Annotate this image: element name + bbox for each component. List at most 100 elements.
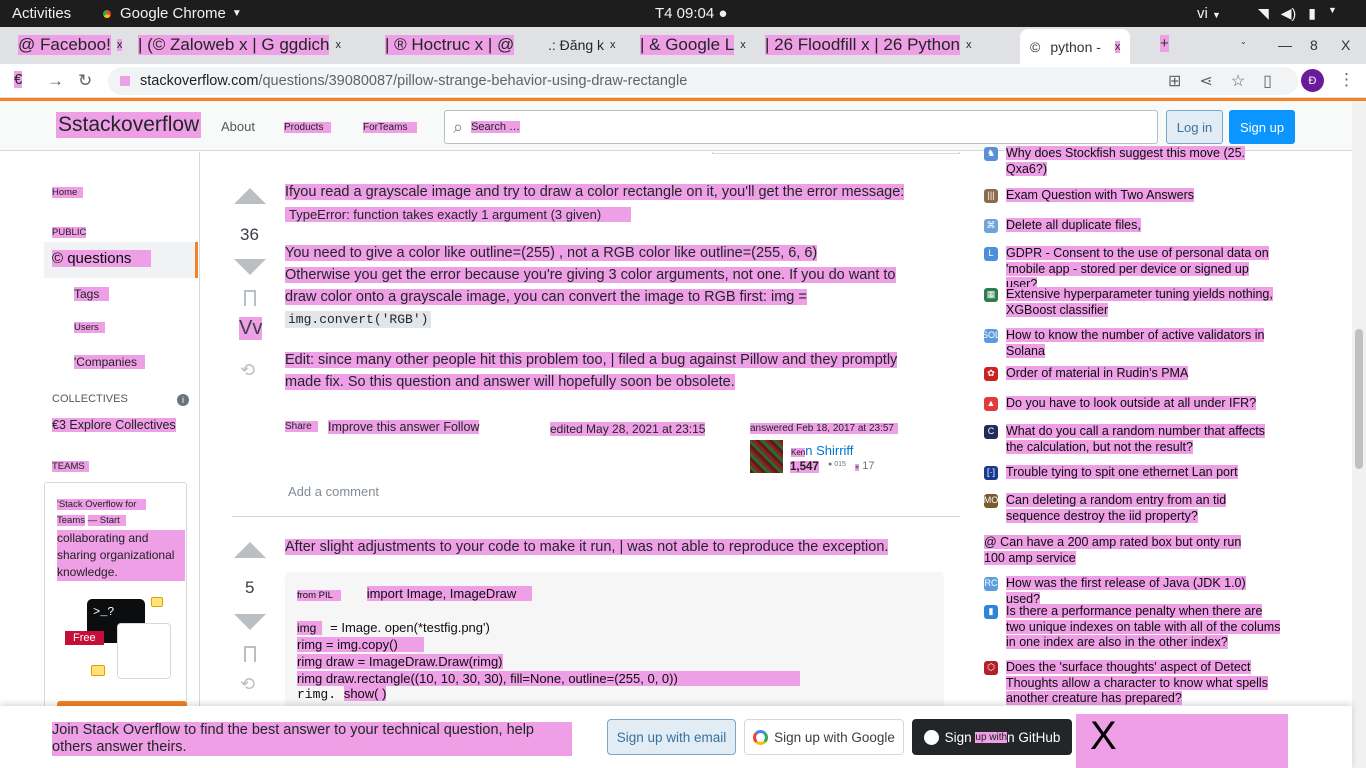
nav-about[interactable]: About xyxy=(221,119,255,134)
hot-question-title[interactable]: Do you have to look outside at all under… xyxy=(1006,396,1281,412)
close-window-button[interactable]: X xyxy=(1341,37,1350,53)
tab-zaloweb[interactable]: | (© Zaloweb x | G ggdich x xyxy=(138,33,341,57)
side-panel-icon[interactable]: ▯ xyxy=(1263,71,1272,91)
nav-for-teams[interactable]: ForTeams xyxy=(363,122,418,133)
signup-github-button[interactable]: Sign up with n GitHub xyxy=(912,719,1072,755)
scrollbar-thumb[interactable] xyxy=(1355,329,1363,469)
new-tab-button[interactable]: + xyxy=(1160,35,1169,52)
hot-question-title[interactable]: Trouble tying to spit one ethernet Lan p… xyxy=(1006,465,1281,481)
minimize-button[interactable]: — xyxy=(1278,37,1292,53)
volume-icon: ◀) xyxy=(1280,5,1297,21)
tab-dang-ky[interactable]: .: Đăng k x xyxy=(548,33,616,57)
tab-close-icon[interactable]: x xyxy=(116,39,123,51)
nav-home[interactable]: Home xyxy=(52,187,84,198)
login-button[interactable]: Log in xyxy=(1166,110,1223,144)
bookmark-icon[interactable] xyxy=(244,646,256,662)
nav-explore-collectives[interactable]: €3 Explore Collectives xyxy=(52,418,176,432)
hot-question-title[interactable]: Exam Question with Two Answers xyxy=(1006,188,1281,204)
nav-tags[interactable]: Tags xyxy=(74,287,110,301)
improve-follow-links[interactable]: Improve this answer Follow xyxy=(328,420,480,434)
nav-companies[interactable]: 'Companies xyxy=(74,355,145,369)
forward-arrow-icon[interactable]: → xyxy=(47,71,64,91)
app-menu[interactable]: Google Chrome ▼ xyxy=(100,5,242,22)
prior-element-edge xyxy=(712,152,960,154)
tab-hoctruc[interactable]: | ® Hoctruc x | @ xyxy=(385,33,515,57)
downvote-button[interactable] xyxy=(234,614,266,630)
bookmark-star-icon[interactable]: ☆ xyxy=(1231,71,1245,91)
share-link[interactable]: Share xyxy=(285,421,318,432)
extension-glyph[interactable]: € xyxy=(14,71,23,88)
info-icon[interactable]: i xyxy=(177,394,189,406)
hot-question-title[interactable]: How was the first release of Java (JDK 1… xyxy=(1006,576,1281,607)
translate-icon[interactable]: ⊞ xyxy=(1168,71,1181,91)
tab-facebook[interactable]: @ Faceboo! x xyxy=(18,33,123,57)
tab-close-icon[interactable]: x xyxy=(610,39,616,51)
downvote-button[interactable] xyxy=(234,259,266,275)
omnibox[interactable]: stackoverflow.com/questions/39080087/pil… xyxy=(108,67,1298,95)
add-comment-link[interactable]: Add a comment xyxy=(288,484,379,499)
signup-email-button[interactable]: Sign up with email xyxy=(607,719,736,755)
page-scrollbar[interactable] xyxy=(1352,101,1366,768)
banner-close-button[interactable]: X xyxy=(1076,714,1288,768)
tab-close-icon[interactable]: x xyxy=(966,39,972,51)
site-info-icon[interactable] xyxy=(120,76,130,86)
language-indicator[interactable]: vi ▼ xyxy=(1197,5,1221,22)
tab-google[interactable]: | & Google L x xyxy=(640,33,746,57)
user-name[interactable]: Kenn Shirriff xyxy=(791,443,853,458)
signup-google-button[interactable]: Sign up with Google xyxy=(744,719,904,755)
tab-label: | ® Hoctruc x | @ xyxy=(385,35,515,55)
tab-close-icon[interactable]: x xyxy=(335,39,341,51)
hot-question-title[interactable]: Order of material in Rudin's PMA xyxy=(1006,366,1281,382)
share-icon[interactable]: ⋖ xyxy=(1199,71,1212,91)
hot-question-title[interactable]: Does the 'surface thoughts' aspect of De… xyxy=(1006,660,1281,706)
db-site-icon: ▮ xyxy=(984,605,998,619)
edited-timestamp[interactable]: edited May 28, 2021 at 23:15 xyxy=(550,422,706,436)
nav-questions[interactable]: © questions xyxy=(44,242,198,278)
hot-question-title[interactable]: Why does Stockfish suggest this move (25… xyxy=(1006,146,1281,177)
chrome-icon xyxy=(100,6,114,21)
history-icon[interactable]: ⟲ xyxy=(240,360,255,381)
answer1-paragraph1: Ifyou read a grayscale image and try to … xyxy=(285,184,905,200)
more-menu-icon[interactable]: ⋮ xyxy=(1338,70,1355,90)
system-tray[interactable]: ◥ ◀) ▮ ▼ xyxy=(1258,5,1337,22)
chat-bubble-icon xyxy=(91,665,105,676)
hot-question-title[interactable]: Extensive hyperparameter tuning yields n… xyxy=(1006,287,1281,318)
code-line: img = Image. open(*testfig.png') xyxy=(297,620,490,635)
profile-avatar[interactable]: Đ xyxy=(1301,69,1324,92)
rpg-site-icon: ⬡ xyxy=(984,661,998,675)
hot-question-title[interactable]: GDPR - Consent to the use of personal da… xyxy=(1006,246,1281,293)
tab-search-icon[interactable]: ⌄ xyxy=(1240,37,1247,46)
hot-question-title[interactable]: How to know the number of active validat… xyxy=(1006,328,1281,359)
search-input[interactable]: ⌕ Search … xyxy=(444,110,1158,144)
github-icon xyxy=(923,729,939,745)
hot-question-title[interactable]: Is there a performance penalty when ther… xyxy=(1006,604,1281,651)
mo-site-icon: MO xyxy=(984,494,998,508)
maximize-button[interactable]: 8 xyxy=(1310,37,1318,53)
battery-icon: ▮ xyxy=(1308,5,1316,21)
hot-question-title[interactable]: Delete all duplicate files, xyxy=(1006,218,1281,234)
history-icon[interactable]: ⟲ xyxy=(240,674,255,695)
hot-question-title[interactable]: What do you call a random number that af… xyxy=(1006,424,1281,455)
nav-users[interactable]: Users xyxy=(74,322,105,333)
clock[interactable]: T4 09:04 ● xyxy=(655,5,727,22)
nav-products[interactable]: Products xyxy=(284,122,332,133)
activities-button[interactable]: Activities xyxy=(12,5,71,22)
tab-close-icon[interactable]: x xyxy=(1114,40,1121,53)
reload-icon[interactable]: ↻ xyxy=(78,71,92,91)
search-placeholder: Search … xyxy=(471,121,521,133)
hot-question-title[interactable]: @ Can have a 200 amp rated box but onty … xyxy=(984,535,1259,566)
tab-python-active[interactable]: © python - x xyxy=(1020,29,1131,64)
user-avatar[interactable] xyxy=(750,440,783,473)
so-logo[interactable]: Sstackoverflow xyxy=(56,112,202,138)
section-public: PUBLIC xyxy=(52,227,87,238)
tab-close-icon[interactable]: x xyxy=(740,39,746,51)
code-line: rimg draw = ImageDraw.Draw(rimg) xyxy=(297,654,503,669)
upvote-button[interactable] xyxy=(234,542,266,558)
tab-floodfill[interactable]: | 26 Floodfill x | 26 Python x xyxy=(765,33,972,57)
hot-question-title[interactable]: Can deleting a random entry from an tid … xyxy=(1006,493,1281,524)
upvote-button[interactable] xyxy=(234,188,266,204)
bookmark-icon[interactable] xyxy=(244,290,256,306)
signup-button[interactable]: Sign up xyxy=(1229,110,1295,144)
grid-site-icon: ▦ xyxy=(984,288,998,302)
chevron-down-icon: ▼ xyxy=(231,8,242,19)
